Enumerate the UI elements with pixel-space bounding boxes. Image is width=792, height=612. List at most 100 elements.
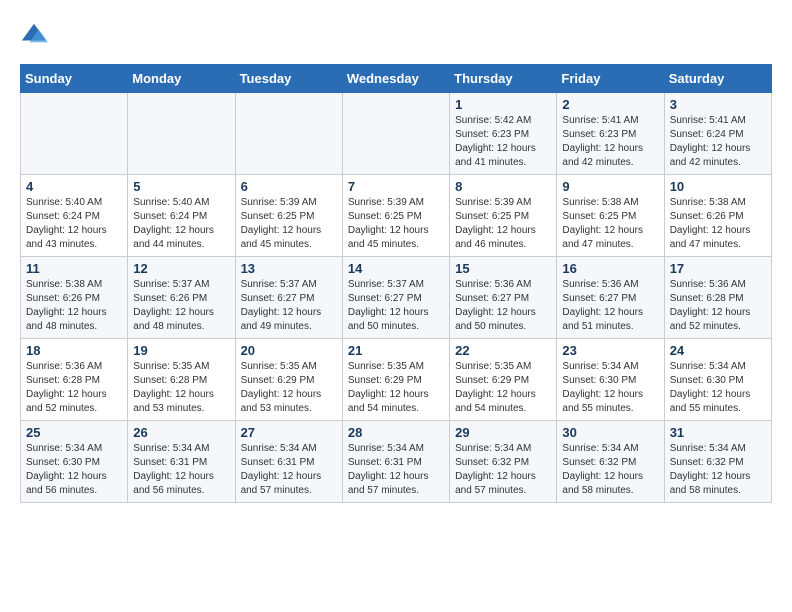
day-cell: 31Sunrise: 5:34 AM Sunset: 6:32 PM Dayli… <box>664 421 771 503</box>
week-row-1: 1 Sunrise: 5:42 AM Sunset: 6:23 PM Daylig… <box>21 93 772 175</box>
day-info: Sunrise: 5:41 AM Sunset: 6:24 PM Dayligh… <box>670 114 766 170</box>
day-number: 3 <box>670 97 766 112</box>
day-info: Sunrise: 5:34 AM Sunset: 6:32 PM Dayligh… <box>670 442 766 498</box>
day-info: Sunrise: 5:36 AM Sunset: 6:27 PM Dayligh… <box>455 278 551 334</box>
day-info: Sunrise: 5:34 AM Sunset: 6:30 PM Dayligh… <box>26 442 122 498</box>
week-row-3: 11Sunrise: 5:38 AM Sunset: 6:26 PM Dayli… <box>21 257 772 339</box>
day-number: 11 <box>26 261 122 276</box>
day-cell <box>342 93 449 175</box>
day-number: 26 <box>133 425 229 440</box>
day-number: 21 <box>348 343 444 358</box>
calendar-header-row: SundayMondayTuesdayWednesdayThursdayFrid… <box>21 65 772 93</box>
day-number: 27 <box>241 425 337 440</box>
col-header-friday: Friday <box>557 65 664 93</box>
logo <box>20 20 50 48</box>
day-number: 1 <box>455 97 551 112</box>
day-number: 7 <box>348 179 444 194</box>
week-row-5: 25Sunrise: 5:34 AM Sunset: 6:30 PM Dayli… <box>21 421 772 503</box>
day-info: Sunrise: 5:34 AM Sunset: 6:32 PM Dayligh… <box>455 442 551 498</box>
day-cell: 6Sunrise: 5:39 AM Sunset: 6:25 PM Daylig… <box>235 175 342 257</box>
day-cell: 8 Sunrise: 5:39 AM Sunset: 6:25 PM Daylig… <box>450 175 557 257</box>
day-info: Sunrise: 5:36 AM Sunset: 6:28 PM Dayligh… <box>670 278 766 334</box>
day-info: Sunrise: 5:34 AM Sunset: 6:30 PM Dayligh… <box>562 360 658 416</box>
day-cell: 14 Sunrise: 5:37 AM Sunset: 6:27 PM Dayli… <box>342 257 449 339</box>
day-cell: 15 Sunrise: 5:36 AM Sunset: 6:27 PM Dayli… <box>450 257 557 339</box>
day-number: 12 <box>133 261 229 276</box>
day-info: Sunrise: 5:37 AM Sunset: 6:27 PM Dayligh… <box>241 278 337 334</box>
day-number: 10 <box>670 179 766 194</box>
day-number: 9 <box>562 179 658 194</box>
day-info: Sunrise: 5:38 AM Sunset: 6:26 PM Dayligh… <box>670 196 766 252</box>
day-cell: 2Sunrise: 5:41 AM Sunset: 6:23 PM Daylig… <box>557 93 664 175</box>
day-info: Sunrise: 5:34 AM Sunset: 6:31 PM Dayligh… <box>133 442 229 498</box>
page-header <box>20 20 772 48</box>
day-number: 8 <box>455 179 551 194</box>
day-cell: 4 Sunrise: 5:40 AM Sunset: 6:24 PM Daylig… <box>21 175 128 257</box>
day-cell: 9Sunrise: 5:38 AM Sunset: 6:25 PM Daylig… <box>557 175 664 257</box>
calendar-body: 1 Sunrise: 5:42 AM Sunset: 6:23 PM Daylig… <box>21 93 772 503</box>
day-cell: 24 Sunrise: 5:34 AM Sunset: 6:30 PM Dayli… <box>664 339 771 421</box>
col-header-tuesday: Tuesday <box>235 65 342 93</box>
day-number: 5 <box>133 179 229 194</box>
col-header-wednesday: Wednesday <box>342 65 449 93</box>
day-cell: 3 Sunrise: 5:41 AM Sunset: 6:24 PM Daylig… <box>664 93 771 175</box>
day-info: Sunrise: 5:34 AM Sunset: 6:31 PM Dayligh… <box>241 442 337 498</box>
day-cell: 12 Sunrise: 5:37 AM Sunset: 6:26 PM Dayli… <box>128 257 235 339</box>
col-header-thursday: Thursday <box>450 65 557 93</box>
day-cell: 13 Sunrise: 5:37 AM Sunset: 6:27 PM Dayli… <box>235 257 342 339</box>
day-number: 29 <box>455 425 551 440</box>
day-number: 2 <box>562 97 658 112</box>
day-info: Sunrise: 5:40 AM Sunset: 6:24 PM Dayligh… <box>133 196 229 252</box>
day-number: 19 <box>133 343 229 358</box>
day-number: 23 <box>562 343 658 358</box>
day-info: Sunrise: 5:39 AM Sunset: 6:25 PM Dayligh… <box>455 196 551 252</box>
day-info: Sunrise: 5:39 AM Sunset: 6:25 PM Dayligh… <box>348 196 444 252</box>
day-cell: 25Sunrise: 5:34 AM Sunset: 6:30 PM Dayli… <box>21 421 128 503</box>
day-cell: 16 Sunrise: 5:36 AM Sunset: 6:27 PM Dayli… <box>557 257 664 339</box>
day-cell <box>235 93 342 175</box>
day-cell: 1 Sunrise: 5:42 AM Sunset: 6:23 PM Daylig… <box>450 93 557 175</box>
day-cell: 28 Sunrise: 5:34 AM Sunset: 6:31 PM Dayli… <box>342 421 449 503</box>
day-cell: 7 Sunrise: 5:39 AM Sunset: 6:25 PM Daylig… <box>342 175 449 257</box>
day-cell: 30 Sunrise: 5:34 AM Sunset: 6:32 PM Dayli… <box>557 421 664 503</box>
day-number: 22 <box>455 343 551 358</box>
day-number: 14 <box>348 261 444 276</box>
day-info: Sunrise: 5:36 AM Sunset: 6:27 PM Dayligh… <box>562 278 658 334</box>
day-number: 20 <box>241 343 337 358</box>
logo-icon <box>20 20 48 48</box>
day-cell <box>128 93 235 175</box>
col-header-sunday: Sunday <box>21 65 128 93</box>
day-cell <box>21 93 128 175</box>
day-cell: 17 Sunrise: 5:36 AM Sunset: 6:28 PM Dayli… <box>664 257 771 339</box>
week-row-2: 4 Sunrise: 5:40 AM Sunset: 6:24 PM Daylig… <box>21 175 772 257</box>
day-cell: 29 Sunrise: 5:34 AM Sunset: 6:32 PM Dayli… <box>450 421 557 503</box>
day-info: Sunrise: 5:39 AM Sunset: 6:25 PM Dayligh… <box>241 196 337 252</box>
day-info: Sunrise: 5:40 AM Sunset: 6:24 PM Dayligh… <box>26 196 122 252</box>
day-info: Sunrise: 5:37 AM Sunset: 6:26 PM Dayligh… <box>133 278 229 334</box>
day-number: 24 <box>670 343 766 358</box>
day-number: 16 <box>562 261 658 276</box>
day-number: 13 <box>241 261 337 276</box>
day-info: Sunrise: 5:35 AM Sunset: 6:29 PM Dayligh… <box>455 360 551 416</box>
day-info: Sunrise: 5:37 AM Sunset: 6:27 PM Dayligh… <box>348 278 444 334</box>
day-cell: 27 Sunrise: 5:34 AM Sunset: 6:31 PM Dayli… <box>235 421 342 503</box>
day-info: Sunrise: 5:34 AM Sunset: 6:30 PM Dayligh… <box>670 360 766 416</box>
day-number: 15 <box>455 261 551 276</box>
day-cell: 26 Sunrise: 5:34 AM Sunset: 6:31 PM Dayli… <box>128 421 235 503</box>
day-cell: 5 Sunrise: 5:40 AM Sunset: 6:24 PM Daylig… <box>128 175 235 257</box>
day-info: Sunrise: 5:35 AM Sunset: 6:29 PM Dayligh… <box>241 360 337 416</box>
day-number: 30 <box>562 425 658 440</box>
week-row-4: 18Sunrise: 5:36 AM Sunset: 6:28 PM Dayli… <box>21 339 772 421</box>
day-info: Sunrise: 5:34 AM Sunset: 6:31 PM Dayligh… <box>348 442 444 498</box>
day-info: Sunrise: 5:35 AM Sunset: 6:29 PM Dayligh… <box>348 360 444 416</box>
col-header-monday: Monday <box>128 65 235 93</box>
day-cell: 19 Sunrise: 5:35 AM Sunset: 6:28 PM Dayli… <box>128 339 235 421</box>
day-number: 28 <box>348 425 444 440</box>
day-number: 17 <box>670 261 766 276</box>
day-cell: 11Sunrise: 5:38 AM Sunset: 6:26 PM Dayli… <box>21 257 128 339</box>
day-info: Sunrise: 5:34 AM Sunset: 6:32 PM Dayligh… <box>562 442 658 498</box>
day-info: Sunrise: 5:35 AM Sunset: 6:28 PM Dayligh… <box>133 360 229 416</box>
day-cell: 18Sunrise: 5:36 AM Sunset: 6:28 PM Dayli… <box>21 339 128 421</box>
day-info: Sunrise: 5:42 AM Sunset: 6:23 PM Dayligh… <box>455 114 551 170</box>
day-number: 4 <box>26 179 122 194</box>
